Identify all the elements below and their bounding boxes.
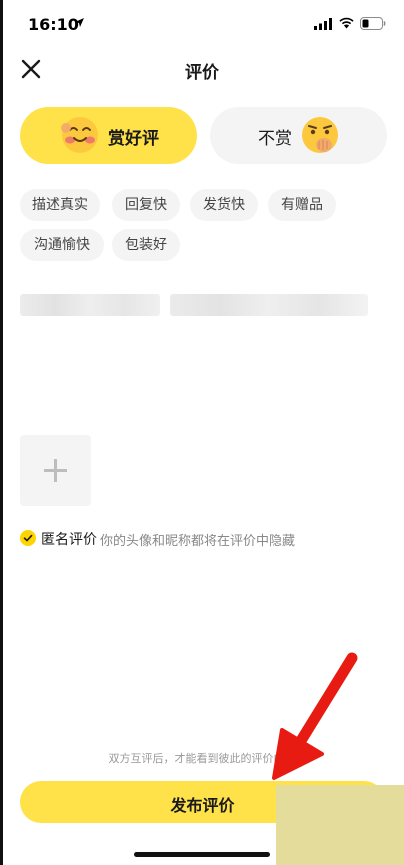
- blushing-smile-emoji: [61, 117, 98, 153]
- anonymous-checkbox[interactable]: [20, 530, 36, 546]
- nav-bar: 评价: [0, 48, 404, 92]
- tag-chip[interactable]: 包装好: [112, 229, 180, 261]
- page-title: 评价: [185, 63, 219, 83]
- location-arrow-icon: [75, 18, 84, 27]
- anonymous-label: 匿名评价: [41, 532, 97, 548]
- signal-icon: [314, 18, 332, 30]
- plus-icon: [54, 459, 57, 482]
- tag-chip[interactable]: 发货快: [190, 189, 258, 221]
- review-text-redacted[interactable]: [20, 294, 160, 316]
- shushing-face-emoji: [302, 117, 338, 153]
- overlay-patch: [276, 785, 404, 865]
- add-photo-button[interactable]: [20, 435, 91, 506]
- rating-bad-button[interactable]: 不赏: [210, 107, 387, 164]
- rating-bad-label: 不赏: [258, 129, 292, 149]
- review-text-redacted[interactable]: [170, 294, 368, 316]
- status-time: 16:10: [28, 15, 79, 34]
- status-bar: 16:10: [0, 0, 404, 48]
- device-frame-edge: [0, 0, 3, 865]
- tag-chip[interactable]: 有赠品: [268, 189, 336, 221]
- rating-good-button[interactable]: 赏好评: [20, 107, 197, 164]
- home-indicator: [134, 852, 270, 857]
- tag-chip[interactable]: 回复快: [112, 189, 180, 221]
- tag-chip[interactable]: 沟通愉快: [20, 229, 104, 261]
- rating-good-label: 赏好评: [108, 129, 159, 149]
- battery-icon: [360, 17, 386, 30]
- annotation-arrow-icon: [272, 652, 358, 780]
- wifi-icon: [339, 17, 354, 29]
- check-icon: [23, 534, 33, 542]
- anonymous-hint: 你的头像和昵称都将在评价中隐藏: [100, 534, 296, 549]
- tag-chip[interactable]: 描述真实: [20, 189, 100, 221]
